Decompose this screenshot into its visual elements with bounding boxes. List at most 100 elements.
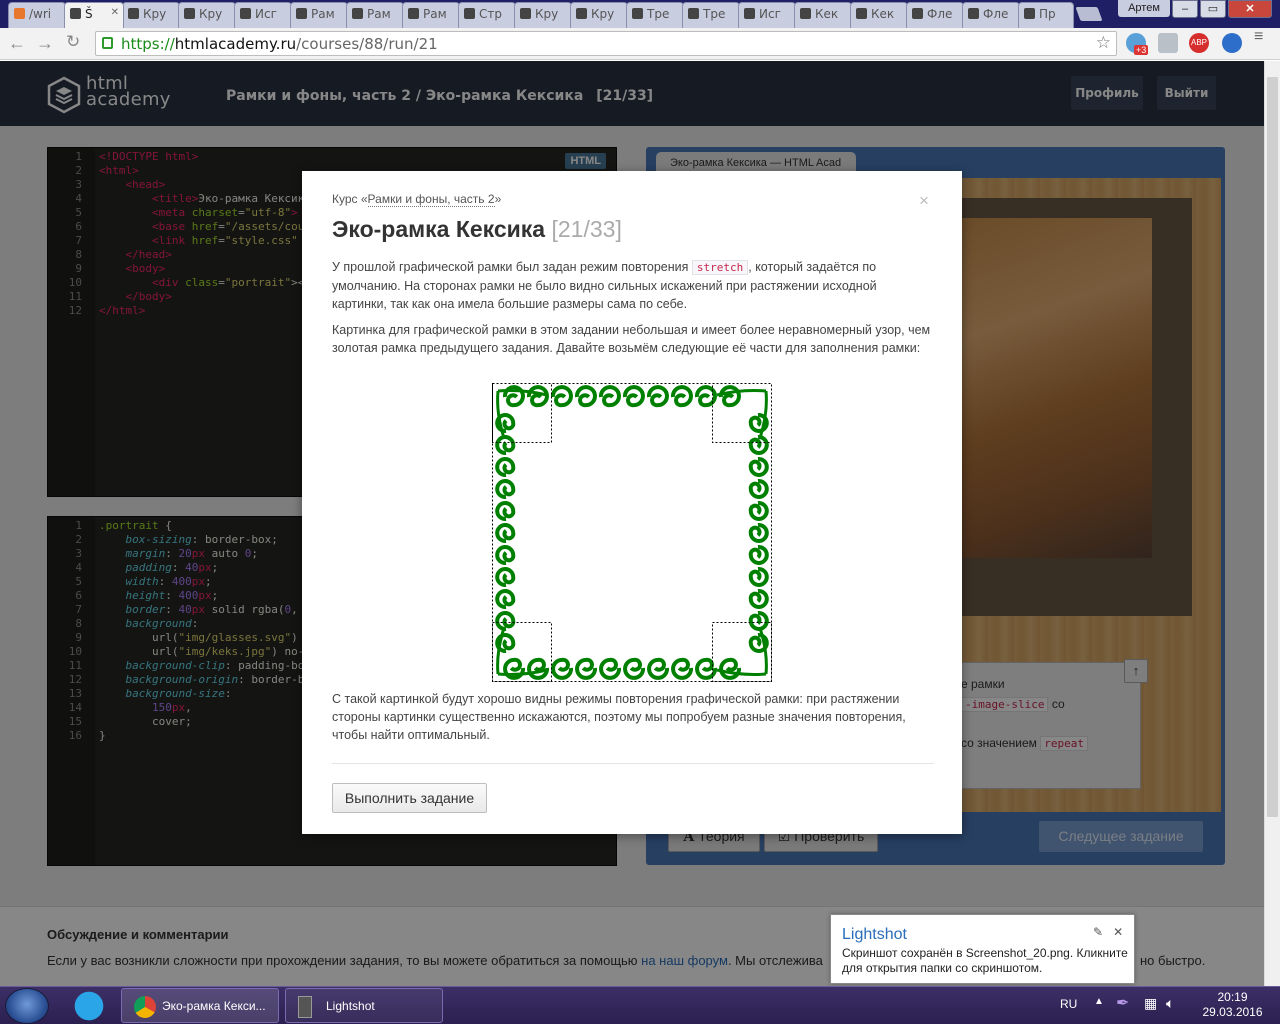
browser-toolbar: ← → ↻ https://htmlacademy.ru/courses/88/… — [0, 28, 1280, 60]
browser-tab[interactable]: Пр — [1018, 2, 1074, 28]
browser-tab[interactable]: Кек — [850, 2, 908, 28]
tab-favicon-icon — [184, 8, 195, 19]
tab-label: Рам — [367, 7, 391, 21]
tab-label: Рам — [311, 7, 335, 21]
lightshot-notification[interactable]: Lightshot ✎ ✕ Скриншот сохранён в Screen… — [830, 914, 1135, 984]
tab-label: Тре — [647, 7, 670, 21]
modal-title-count: [21/33] — [551, 216, 622, 242]
frame-curl — [495, 589, 516, 610]
url-scheme: https:// — [121, 35, 175, 53]
new-tab-button[interactable] — [1075, 7, 1103, 21]
frame-curl — [495, 457, 516, 478]
frame-curl — [598, 385, 621, 408]
tab-favicon-icon — [1024, 8, 1035, 19]
frame-curl — [551, 657, 574, 680]
adblock-icon[interactable]: ABP — [1189, 33, 1209, 53]
taskbar-chrome[interactable]: Эко-рамка Кекси... — [121, 988, 279, 1023]
htmlacademy-favicon-icon — [70, 8, 81, 19]
bookmark-star-icon[interactable]: ☆ — [1096, 33, 1111, 53]
p1-text: У прошлой графической рамки был задан ре… — [332, 260, 692, 274]
frame-curl — [526, 385, 549, 408]
browser-tab-active[interactable]: Š ✕ — [64, 2, 124, 28]
tab-label: Кру — [199, 7, 223, 21]
window-controls: – ▭ ✕ — [1172, 0, 1272, 18]
taskbar-lightshot[interactable]: Lightshot — [285, 988, 443, 1023]
tab-favicon-icon — [240, 8, 251, 19]
frame-curl — [646, 385, 669, 408]
globe-icon[interactable] — [1222, 33, 1242, 53]
frame-curl — [495, 567, 516, 588]
pin-icon[interactable]: ✎ — [1093, 925, 1103, 939]
tab-label: Исг — [759, 7, 781, 21]
language-indicator[interactable]: RU — [1060, 997, 1077, 1011]
tab-label: Пр — [1039, 7, 1056, 21]
tab-favicon-icon — [968, 8, 979, 19]
url-host: htmlacademy.ru — [174, 35, 297, 53]
modal-close-icon[interactable]: × — [919, 191, 929, 211]
frame-curl — [748, 610, 769, 631]
tab-close-icon[interactable]: ✕ — [111, 7, 119, 18]
address-bar[interactable]: https://htmlacademy.ru/courses/88/run/21… — [95, 31, 1117, 56]
frame-curl — [748, 588, 769, 609]
browser-tab[interactable]: Кру — [178, 2, 236, 28]
maximize-icon[interactable]: ▭ — [1200, 0, 1226, 18]
browser-tab[interactable]: Фле — [906, 2, 964, 28]
back-icon[interactable]: ← — [8, 33, 26, 54]
browser-tab[interactable]: Кру — [570, 2, 628, 28]
browser-tab[interactable]: Исг — [738, 2, 796, 28]
lightshot-controls: ✎ ✕ — [1093, 925, 1123, 939]
browser-tab[interactable]: Кек — [794, 2, 852, 28]
page-scrollbar[interactable] — [1264, 61, 1280, 986]
browser-tab[interactable]: Рам — [402, 2, 460, 28]
tab-label: Кру — [535, 7, 559, 21]
close-window-icon[interactable]: ✕ — [1228, 0, 1272, 18]
notification-close-icon[interactable]: ✕ — [1113, 925, 1123, 939]
lightshot-tray-icon[interactable]: ✒ — [1116, 993, 1129, 1013]
url-text: https://htmlacademy.ru/courses/88/run/21 — [121, 35, 438, 53]
browser-tab[interactable]: Стр — [458, 2, 516, 28]
volume-icon[interactable]: 🔈︎ — [1166, 995, 1174, 1012]
browser-tab[interactable]: Рам — [290, 2, 348, 28]
do-task-button[interactable]: Выполнить задание — [332, 783, 487, 813]
browser-tab[interactable]: Кру — [122, 2, 180, 28]
shield-icon[interactable] — [1158, 33, 1178, 53]
course-prefix: Курс « — [332, 192, 368, 206]
browser-tab[interactable]: /wri — [8, 2, 66, 28]
tab-label: Фле — [983, 7, 1009, 21]
skype-icon[interactable] — [70, 989, 108, 1023]
system-clock[interactable]: 20:19 29.03.2016 — [1195, 990, 1270, 1020]
tab-label: Тре — [703, 7, 726, 21]
windows-taskbar: Эко-рамка Кекси... Lightshot RU ▲ ✒ ▦ 🔈︎… — [0, 986, 1280, 1024]
course-suffix: » — [494, 192, 502, 206]
frame-curl — [748, 478, 769, 499]
frame-curl — [495, 435, 516, 456]
forward-icon[interactable]: → — [36, 33, 54, 54]
browser-tab[interactable]: Фле — [962, 2, 1020, 28]
lightshot-app-icon — [298, 996, 312, 1018]
menu-icon[interactable]: ≡ — [1254, 29, 1263, 45]
browser-tab[interactable]: Исг — [234, 2, 292, 28]
frame-curl — [495, 611, 516, 632]
browser-tab[interactable]: Тре — [626, 2, 684, 28]
tray-expand-icon[interactable]: ▲ — [1094, 996, 1104, 1007]
reload-icon[interactable]: ↻ — [66, 32, 80, 52]
scrollbar-thumb[interactable] — [1267, 77, 1278, 817]
minimize-icon[interactable]: – — [1172, 0, 1198, 18]
start-button[interactable] — [5, 988, 49, 1024]
tab-label: Кру — [143, 7, 167, 21]
frame-curl — [527, 657, 550, 680]
lightshot-title: Lightshot — [842, 926, 907, 943]
lightshot-message: Скриншот сохранён в Screenshot_20.png. К… — [842, 946, 1128, 975]
frame-curl — [495, 479, 516, 500]
profile-user-button[interactable]: Артем — [1118, 0, 1170, 17]
clock-date: 29.03.2016 — [1202, 1005, 1263, 1019]
browser-tab[interactable]: Рам — [346, 2, 404, 28]
browser-tab[interactable]: Кру — [514, 2, 572, 28]
tab-favicon-icon — [520, 8, 531, 19]
tab-favicon-icon — [632, 8, 643, 19]
frame-curl — [495, 545, 516, 566]
network-icon[interactable]: ▦ — [1144, 995, 1157, 1012]
course-link[interactable]: Рамки и фоны, часть 2 — [367, 192, 495, 207]
browser-tab[interactable]: Тре — [682, 2, 740, 28]
tab-favicon-icon — [800, 8, 811, 19]
